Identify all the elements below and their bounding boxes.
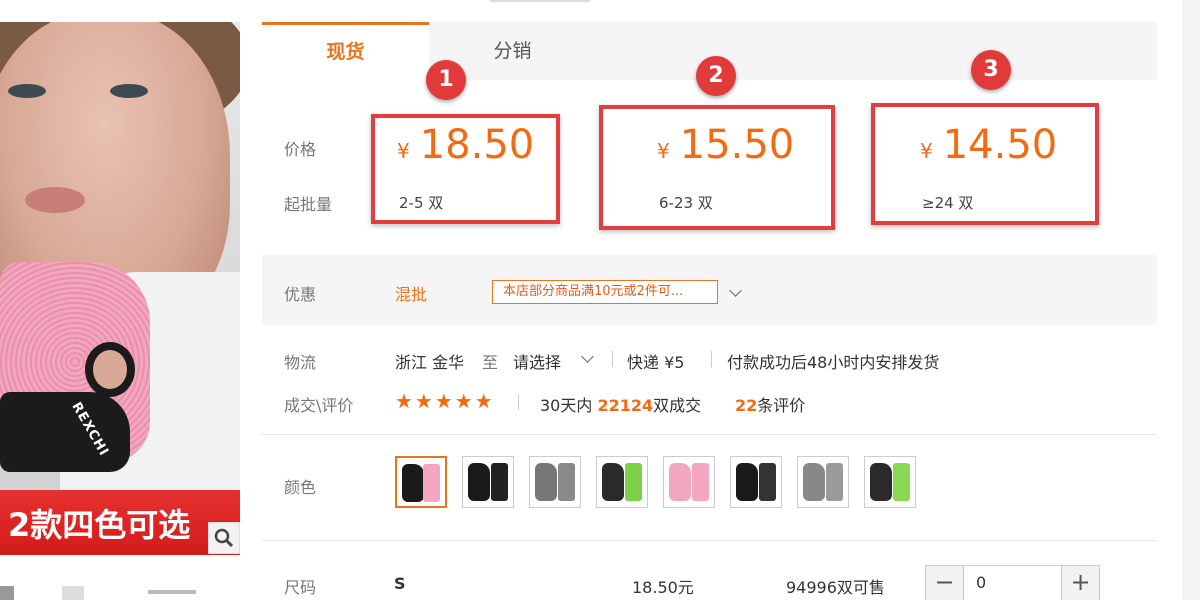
swatch-pack-shape <box>491 463 508 501</box>
swatch-glove-shape <box>870 463 892 501</box>
color-swatch[interactable] <box>462 456 514 508</box>
thumbnail-strip <box>0 578 240 600</box>
promo-label: 优惠 <box>284 285 317 304</box>
tier-price-1: ¥18.50 <box>397 122 534 168</box>
color-label: 颜色 <box>284 478 317 497</box>
color-swatch[interactable] <box>663 456 715 508</box>
size-stock: 94996双可售 <box>786 578 885 597</box>
price-amount: 15.50 <box>679 122 795 168</box>
divider <box>518 394 519 410</box>
thumbnail[interactable] <box>0 586 14 600</box>
chevron-down-icon[interactable] <box>581 350 594 363</box>
tier-price-2: ¥15.50 <box>657 122 794 168</box>
banner-text: 2款四色可选 <box>8 506 191 544</box>
divider <box>612 351 613 367</box>
swatch-pack-shape <box>558 463 575 501</box>
color-swatch[interactable] <box>797 456 849 508</box>
price-amount: 18.50 <box>419 122 535 168</box>
tier-price-3: ¥14.50 <box>920 122 1057 168</box>
color-swatch[interactable] <box>529 456 581 508</box>
tab-spot[interactable]: 现货 <box>262 22 429 80</box>
swatch-glove-shape <box>402 464 424 502</box>
review-suffix: 条评价 <box>757 396 806 415</box>
tier-range-3: ≥24 双 <box>922 194 974 212</box>
quantity-stepper: − 0 + <box>925 565 1100 600</box>
sales-summary: 30天内 22124双成交 <box>540 392 701 416</box>
top-divider <box>490 0 590 2</box>
swatch-pack-shape <box>826 463 843 501</box>
size-value: S <box>394 574 406 593</box>
ship-origin: 浙江 金华 <box>395 353 465 372</box>
swatch-glove-shape <box>669 463 691 501</box>
eye-shape <box>8 84 46 98</box>
swatch-glove-shape <box>803 463 825 501</box>
color-swatch[interactable] <box>730 456 782 508</box>
color-swatch[interactable] <box>395 456 447 508</box>
scrollbar[interactable] <box>1182 0 1200 600</box>
quantity-input[interactable]: 0 <box>976 573 986 592</box>
color-swatch[interactable] <box>596 456 648 508</box>
currency-symbol: ¥ <box>920 139 933 163</box>
sales-count: 22124 <box>597 396 654 415</box>
glove-hole-shape <box>85 342 135 397</box>
thumbnail[interactable] <box>148 590 196 594</box>
swatch-glove-shape <box>535 463 557 501</box>
sales-suffix: 双成交 <box>653 396 702 415</box>
express-fee: 快递 ¥5 <box>627 353 685 372</box>
logistics-label: 物流 <box>284 353 317 372</box>
swatch-pack-shape <box>625 463 642 501</box>
sales-prefix: 30天内 <box>540 396 593 415</box>
currency-symbol: ¥ <box>397 139 410 163</box>
color-swatch[interactable] <box>864 456 916 508</box>
swatch-pack-shape <box>692 463 709 501</box>
swatch-glove-shape <box>468 463 490 501</box>
review-summary[interactable]: 22条评价 <box>735 392 805 416</box>
tier-badge-1: 1 <box>426 60 466 100</box>
trade-label: 成交\评价 <box>284 396 354 415</box>
size-label: 尺码 <box>284 578 317 597</box>
swatch-glove-shape <box>736 463 758 501</box>
promo-coupon-tag[interactable]: 本店部分商品满10元或2件可... <box>492 280 718 304</box>
swatch-pack-shape <box>759 463 776 501</box>
divider <box>711 351 712 367</box>
ship-to-text: 至 <box>482 353 499 372</box>
rating-stars: ★★★★★ <box>395 389 495 413</box>
glove-cuff-shape <box>0 392 130 472</box>
tier-badge-3: 3 <box>971 50 1011 90</box>
dispatch-note: 付款成功后48小时内安排发货 <box>727 353 940 372</box>
price-amount: 14.50 <box>942 122 1058 168</box>
size-price: 18.50元 <box>632 578 694 597</box>
magnifier-icon[interactable] <box>208 522 240 554</box>
currency-symbol: ¥ <box>657 139 670 163</box>
section-divider <box>262 434 1157 435</box>
swatch-pack-shape <box>893 463 910 501</box>
destination-select[interactable]: 请选择 <box>513 349 561 373</box>
product-main-image[interactable]: REXCHI 2款四色可选 <box>0 22 240 555</box>
thumbnail[interactable] <box>62 586 84 600</box>
decrease-button[interactable]: − <box>926 566 964 600</box>
product-page: REXCHI 2款四色可选 现货 分销 价格 起批量 1 2 3 ¥18.50 … <box>0 0 1200 600</box>
section-divider <box>262 540 1157 541</box>
lips-shape <box>25 187 85 213</box>
moq-label: 起批量 <box>284 195 333 214</box>
swatch-pack-shape <box>423 464 440 502</box>
swatch-glove-shape <box>602 463 624 501</box>
eye-shape <box>110 84 148 98</box>
tier-range-1: 2-5 双 <box>399 194 444 212</box>
price-label: 价格 <box>284 140 317 159</box>
review-count: 22 <box>735 396 758 415</box>
promo-type: 混批 <box>395 285 428 304</box>
tier-range-2: 6-23 双 <box>659 194 713 212</box>
tier-badge-2: 2 <box>696 56 736 96</box>
increase-button[interactable]: + <box>1061 566 1099 600</box>
